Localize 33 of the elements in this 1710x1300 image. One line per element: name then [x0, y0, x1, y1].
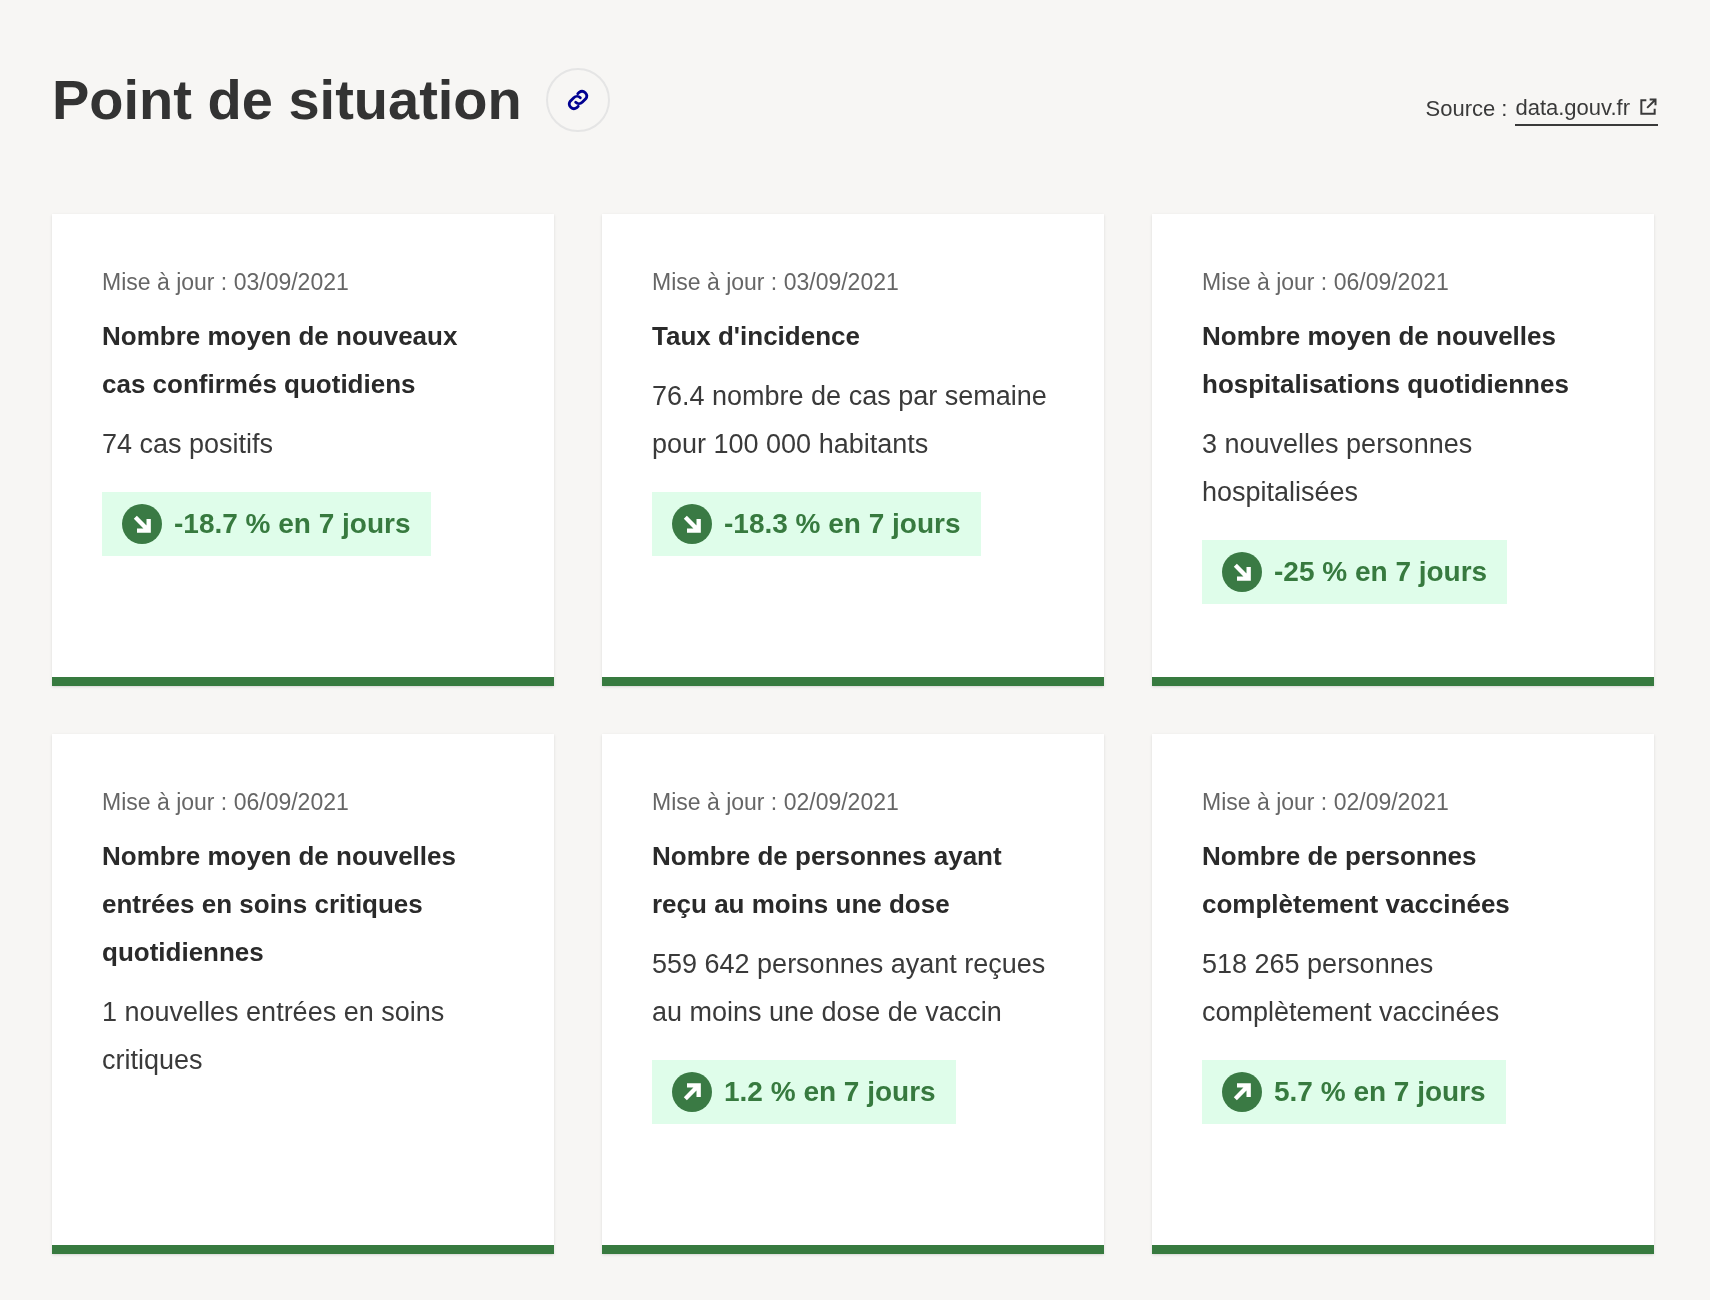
- external-link-icon: [1638, 97, 1658, 117]
- arrow-down-right-icon: [672, 504, 712, 544]
- card-title: Taux d'incidence: [652, 320, 860, 353]
- arrow-down-right-icon: [1222, 552, 1262, 592]
- update-date: Mise à jour : 03/09/2021: [652, 268, 899, 297]
- card-title: Nombre de personnes complètement vaccinées: [1202, 840, 1511, 921]
- trend-label: 1.2 % en 7 jours: [724, 1075, 936, 1109]
- stat-value: 1 nouvelles entrées en soins critiques: [102, 996, 446, 1077]
- link-button[interactable]: [545, 68, 610, 132]
- update-date: Mise à jour : 03/09/2021: [102, 268, 349, 297]
- trend-label: -18.7 % en 7 jours: [174, 507, 411, 541]
- arrow-up-right-icon: [672, 1072, 712, 1112]
- arrow-up-right-icon: [1222, 1072, 1262, 1112]
- trend-label: 5.7 % en 7 jours: [1274, 1075, 1486, 1109]
- update-date: Mise à jour : 06/09/2021: [1202, 268, 1449, 297]
- stat-value: 76.4 nombre de cas par semaine pour 100 000 habitants: [652, 380, 1048, 461]
- trend-label: -18.3 % en 7 jours: [724, 507, 961, 541]
- stat-value: 559 642 personnes ayant reçues au moins une dose de vaccin: [652, 948, 1047, 1029]
- stat-value: 3 nouvelles personnes hospitalisées: [1202, 428, 1474, 509]
- card-title: Nombre moyen de nouvelles entrées en soins critiques quotidiennes: [102, 840, 457, 969]
- update-date: Mise à jour : 02/09/2021: [1202, 788, 1449, 817]
- page-title: Point de situation: [52, 67, 522, 133]
- trend-label: -25 % en 7 jours: [1274, 555, 1488, 589]
- card-title: Nombre de personnes ayant reçu au moins une dose: [652, 840, 1003, 921]
- card-title: Nombre moyen de nouvelles hospitalisations quotidiennes: [1202, 320, 1570, 401]
- arrow-down-right-icon: [122, 504, 162, 544]
- source-link[interactable]: data.gouv.fr: [1515, 90, 1658, 126]
- stat-value: 518 265 personnes complètement vaccinées: [1202, 948, 1501, 1029]
- update-date: Mise à jour : 02/09/2021: [652, 788, 899, 817]
- stat-value: 74 cas positifs: [102, 428, 274, 461]
- source-label: Source :: [1425, 94, 1508, 123]
- card-title: Nombre moyen de nouveaux cas confirmés quotidiens: [102, 320, 459, 401]
- update-date: Mise à jour : 06/09/2021: [102, 788, 349, 817]
